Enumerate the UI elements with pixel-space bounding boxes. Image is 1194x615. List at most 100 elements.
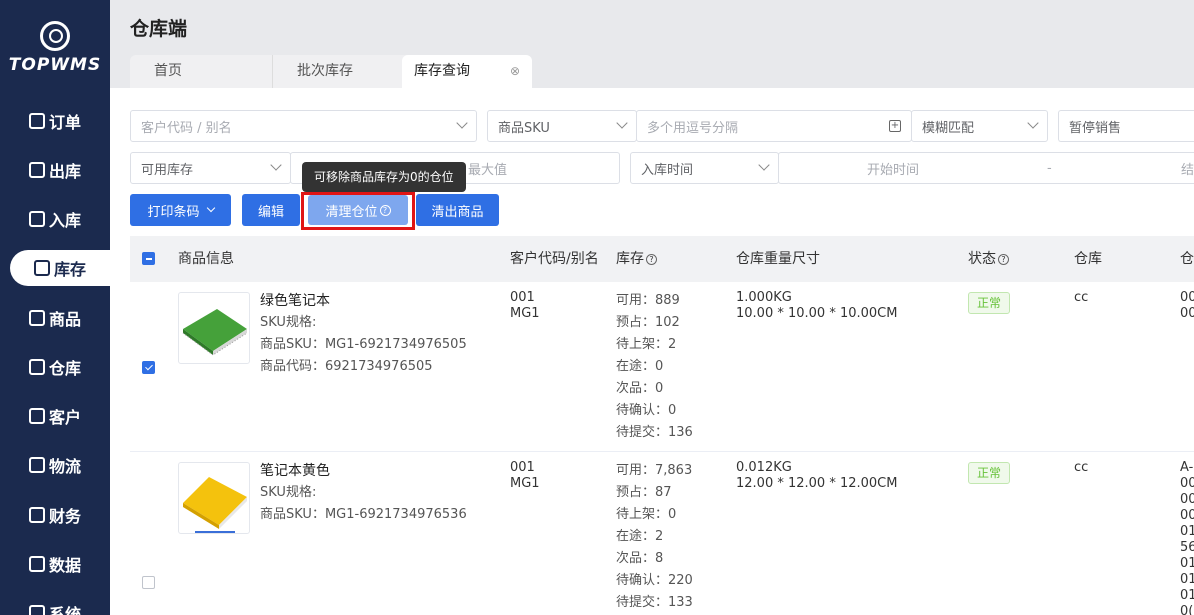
table-row[interactable]: 绿色笔记本 SKU规格: 商品SKU：MG1-6921734976505 商品代…: [130, 282, 1194, 452]
sidebar-item-outbound[interactable]: 出库: [0, 145, 110, 194]
customer-code: 001: [510, 460, 535, 475]
customer-icon: [28, 408, 45, 425]
table-row[interactable]: 笔记本黄色 SKU规格: 商品SKU：MG1-6921734976536 001…: [130, 452, 1194, 615]
end-time-placeholder: 结: [1181, 162, 1194, 178]
sidebar-item-system[interactable]: 系统: [0, 589, 110, 615]
sku-spec: SKU规格:: [260, 315, 317, 330]
clear-location-button[interactable]: 清理仓位 ?: [308, 195, 408, 225]
chevron-down-icon: [1027, 117, 1039, 129]
tab-inventory-query-label: 库存查询: [414, 63, 470, 79]
sidebar-item-label: 数据: [48, 556, 81, 576]
select-all-checkbox[interactable]: [142, 252, 155, 265]
expand-icon[interactable]: +: [889, 120, 901, 132]
help-icon: ?: [379, 204, 391, 216]
logo-icon: [40, 21, 70, 51]
sidebar-item-label: 库存: [53, 259, 86, 279]
sku-type-select[interactable]: 商品SKU: [487, 110, 637, 142]
stock-pending-confirm: 待确认：220: [616, 573, 693, 588]
sku-input-placeholder: 多个用逗号分隔: [647, 120, 739, 136]
product-image-green-notebook: [178, 292, 250, 364]
stock-in-transit: 在途：2: [616, 529, 664, 544]
page-title: 仓库端: [130, 18, 188, 40]
logistics-icon: [28, 457, 45, 474]
stock-pending-shelf: 待上架：2: [616, 337, 677, 352]
col-status: 状态?: [968, 236, 1009, 282]
clear-goods-button[interactable]: 清出商品: [416, 194, 499, 226]
product-sku: 商品SKU：MG1-6921734976505: [260, 337, 467, 352]
product-details: 绿色笔记本 SKU规格: 商品SKU：MG1-6921734976505 商品代…: [260, 290, 467, 378]
tooltip: 可移除商品库存为0的仓位: [302, 162, 466, 198]
customer-select[interactable]: 客户代码 / 别名: [130, 110, 477, 142]
help-icon: ?: [646, 253, 657, 265]
sidebar-item-inventory[interactable]: 库存: [10, 249, 110, 286]
col-status-label: 状态: [968, 251, 996, 267]
tab-inventory-query[interactable]: 库存查询 ⊗: [402, 55, 532, 88]
edit-button[interactable]: 编辑: [242, 194, 300, 226]
dimensions: 12.00 * 12.00 * 12.00CM: [736, 476, 898, 491]
date-range-picker[interactable]: 开始时间 - 结: [778, 152, 1194, 184]
outbound-icon: [28, 161, 45, 178]
row-checkbox[interactable]: [142, 576, 155, 589]
location-line: 0(: [1180, 604, 1194, 615]
chevron-down-icon: [270, 159, 282, 171]
sidebar-item-label: 仓库: [48, 358, 81, 378]
stock-type-select[interactable]: 可用库存: [130, 152, 291, 184]
stock-cell: 可用：889 预占：102 待上架：2 在途：0 次品：0 待确认：0 待提交：…: [616, 290, 693, 444]
sidebar-item-warehouse[interactable]: 仓库: [0, 342, 110, 391]
stock-available: 可用：889: [616, 293, 680, 308]
stock-reserved: 预占：102: [616, 315, 680, 330]
close-icon[interactable]: ⊗: [510, 55, 520, 88]
location-line: 00: [1180, 306, 1194, 321]
sidebar-item-label: 物流: [48, 457, 81, 477]
print-barcode-button[interactable]: 打印条码: [130, 194, 231, 226]
sidebar-item-product[interactable]: 商品: [0, 293, 110, 342]
sku-spec: SKU规格:: [260, 485, 317, 500]
chevron-down-icon: [616, 117, 628, 129]
product-name: 笔记本黄色: [260, 463, 330, 479]
stock-available: 可用：7,863: [616, 463, 693, 478]
time-type-select[interactable]: 入库时间: [630, 152, 779, 184]
sale-status-select[interactable]: 暂停销售: [1058, 110, 1194, 142]
sidebar-nav: 订单 出库入库库存商品仓库客户物流财务数据系统: [0, 96, 110, 615]
col-stock-label: 库存: [616, 251, 644, 267]
tab-batch-inventory[interactable]: 批次库存: [272, 55, 402, 88]
sidebar-item-data[interactable]: 数据: [0, 539, 110, 588]
sidebar-item-label: 财务: [48, 506, 81, 526]
stock-reserved: 预占：87: [616, 485, 672, 500]
customer-select-placeholder: 客户代码 / 别名: [141, 120, 232, 136]
chevron-down-icon: [456, 117, 468, 129]
stock-defective: 次品：8: [616, 551, 664, 566]
order-icon: [28, 112, 45, 129]
sidebar-item-inbound[interactable]: 入库: [0, 195, 110, 244]
sidebar-item-label: 入库: [48, 211, 81, 231]
location-line: 01: [1180, 524, 1194, 539]
col-warehouse: 仓库: [1074, 251, 1102, 267]
col-product-info: 商品信息: [178, 251, 234, 267]
sidebar-item-logistics[interactable]: 物流: [0, 441, 110, 490]
tab-home[interactable]: 首页: [130, 55, 272, 88]
col-weight-size: 仓库重量尺寸: [736, 251, 820, 267]
inventory-icon: [33, 259, 50, 276]
col-stock: 库存?: [616, 236, 657, 282]
stock-pending-submit: 待提交：133: [616, 595, 693, 610]
stock-defective: 次品：0: [616, 381, 664, 396]
sidebar-item-order[interactable]: 订单: [0, 96, 110, 145]
product-details: 笔记本黄色 SKU规格: 商品SKU：MG1-6921734976536: [260, 460, 467, 526]
location-line: 00: [1180, 508, 1194, 523]
sidebar-item-customer[interactable]: 客户: [0, 391, 110, 440]
chevron-down-icon: [206, 203, 215, 213]
location-line: 01: [1180, 572, 1194, 587]
customer-code-cell: 001 MG1: [510, 290, 540, 322]
sale-status-value: 暂停销售: [1069, 120, 1122, 136]
sku-input[interactable]: 多个用逗号分隔 +: [636, 110, 912, 142]
warehouse-cell: cc: [1074, 460, 1089, 475]
match-mode-select[interactable]: 模糊匹配: [911, 110, 1048, 142]
stock-type-value: 可用库存: [141, 162, 194, 178]
sidebar-item-label: 商品: [48, 309, 81, 329]
sidebar-item-label: 客户: [48, 408, 81, 428]
row-checkbox[interactable]: [142, 361, 155, 374]
print-barcode-label: 打印条码: [147, 204, 200, 220]
sidebar-item-finance[interactable]: 财务: [0, 490, 110, 539]
product-icon: [28, 309, 45, 326]
stock-cell: 可用：7,863 预占：87 待上架：0 在途：2 次品：8 待确认：220 待…: [616, 460, 693, 614]
